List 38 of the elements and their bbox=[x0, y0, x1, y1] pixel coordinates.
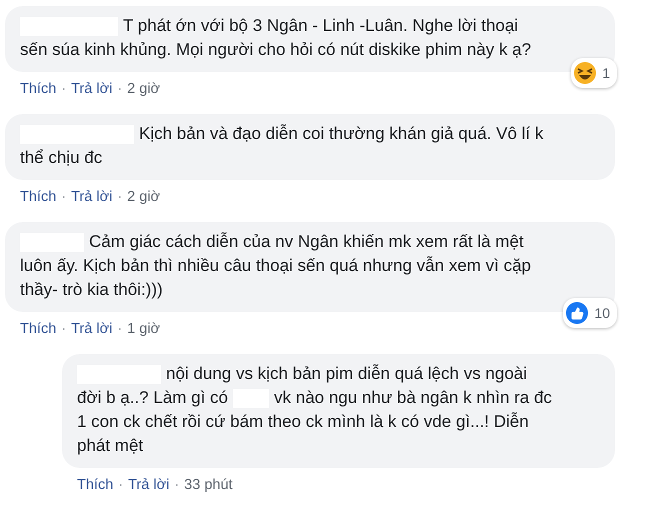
comment-text: phát mệt bbox=[77, 435, 144, 457]
reaction-badge[interactable]: 10 bbox=[563, 298, 617, 328]
reaction-count: 1 bbox=[602, 64, 610, 83]
separator-dot: · bbox=[174, 477, 180, 493]
separator-dot: · bbox=[61, 189, 66, 205]
reaction-count: 10 bbox=[594, 304, 610, 323]
like-link[interactable]: Thích bbox=[20, 189, 56, 205]
comment-text: Cảm giác cách diễn của nv Ngân khiến mk xem rất là mệt bbox=[89, 231, 524, 253]
reply-link[interactable]: Trả lời bbox=[71, 321, 112, 337]
reply-link[interactable]: Trả lời bbox=[71, 189, 112, 205]
like-icon bbox=[566, 302, 588, 324]
separator-dot: · bbox=[117, 321, 122, 337]
comment-text: luôn ấy. Kịch bản thì nhiều câu thoại sến quá nhưng vẫn xem vì cặp bbox=[20, 255, 532, 277]
comment-text: nội dung vs kịch bản pim diễn quá lệch vs ngoài bbox=[166, 363, 528, 385]
separator-dot: · bbox=[118, 477, 124, 493]
comment-text: thể chịu đc bbox=[20, 147, 102, 169]
comment-time: 2 giờ bbox=[127, 81, 160, 97]
laughing-emoji-icon bbox=[574, 62, 596, 84]
like-link[interactable]: Thích bbox=[20, 81, 56, 97]
reply-link[interactable]: Trả lời bbox=[128, 477, 170, 493]
reaction-badge[interactable]: 1 bbox=[571, 58, 617, 88]
separator-dot: · bbox=[117, 189, 122, 205]
separator-dot: · bbox=[117, 81, 122, 97]
comment-text: Kịch bản và đạo diễn coi thường khán giả quá. Vô lí k bbox=[139, 123, 544, 145]
comment-time: 1 giờ bbox=[127, 321, 160, 337]
comment-time: 2 giờ bbox=[127, 189, 160, 205]
comment-text: sến súa kinh khủng. Mọi người cho hỏi có nút diskike phim này k ạ? bbox=[20, 39, 532, 61]
comment-text: T phát ớn với bộ 3 Ngân - Linh -Luân. Nghe lời thoại bbox=[123, 15, 518, 37]
like-link[interactable]: Thích bbox=[20, 321, 56, 337]
separator-dot: · bbox=[61, 321, 66, 337]
comment-text: thầy- trò kia thôi:))) bbox=[20, 279, 163, 301]
comment-time: 33 phút bbox=[184, 477, 233, 493]
separator-dot: · bbox=[61, 81, 66, 97]
reply-link[interactable]: Trả lời bbox=[71, 81, 112, 97]
comment-text: vk nào ngu như bà ngân k nhìn ra đc bbox=[274, 387, 552, 409]
comment-text: đời b ạ..? Làm gì có bbox=[77, 387, 228, 409]
comment-text: 1 con ck chết rồi cứ bám theo ck mình là k có vde gì...! Diễn bbox=[77, 411, 529, 433]
like-link[interactable]: Thích bbox=[77, 477, 114, 493]
